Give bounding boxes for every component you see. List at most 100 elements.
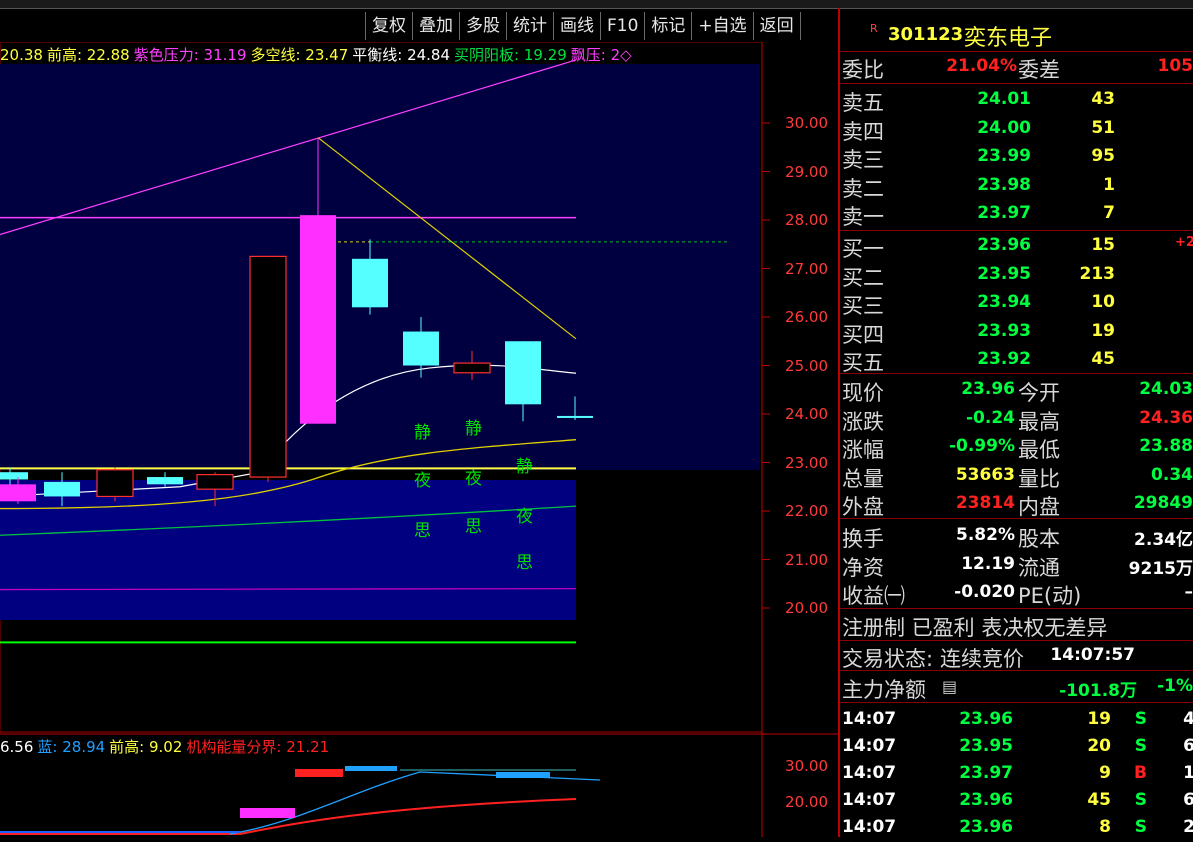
row-value: S <box>1135 736 1147 756</box>
sub-tick-label: 30.00 <box>766 757 828 775</box>
row-value: 9215万 <box>1129 554 1193 579</box>
row-value: 9 <box>1099 763 1111 783</box>
toolbar-button-3[interactable]: 统计 <box>506 12 553 40</box>
buy-level-1: 买一23.9615+2 <box>840 232 1193 260</box>
listing-info-row: 注册制 已盈利 表决权无差异 <box>840 611 1193 639</box>
row-label: 买四 <box>842 319 884 349</box>
row-value: 20 <box>1087 736 1111 756</box>
sub-tick-label: 20.00 <box>766 793 828 811</box>
signal-marker: 夜 <box>516 502 533 527</box>
toolbar-button-7[interactable]: +自选 <box>691 12 752 40</box>
row-label: 净资 <box>842 552 884 582</box>
buy-level-3: 买三23.9410 <box>840 289 1193 317</box>
toolbar-button-2[interactable]: 多股 <box>459 12 506 40</box>
kline-chart-area[interactable]: 30.0029.0028.0027.0026.0025.0024.0023.00… <box>0 42 838 837</box>
row-label: 买三 <box>842 290 884 320</box>
row-label: 注册制 已盈利 表决权无差异 <box>842 612 1107 642</box>
trade-status-row: 交易状态:连续竞价14:07:57 <box>840 642 1193 670</box>
row-label: 最低 <box>1018 434 1060 464</box>
row-label: 涨跌 <box>842 406 884 436</box>
row-value: 23.98 <box>977 175 1031 195</box>
stats-row-4: 外盘23814内盘29849 <box>840 490 1193 518</box>
row-value: 19 <box>1087 709 1111 729</box>
row-value: 24.01 <box>977 89 1031 109</box>
sell-level-2: 卖二23.981 <box>840 172 1193 200</box>
trade-status-value: 连续竞价 <box>940 643 1024 673</box>
candle-3[interactable] <box>97 467 133 501</box>
row-value: 5.82% <box>956 525 1015 545</box>
row-value: B <box>1134 763 1147 783</box>
stats2-row-0: 换手 5.82%股本 2.34亿 <box>840 522 1193 550</box>
signal-marker: 思 <box>516 548 533 573</box>
divider <box>840 83 1193 84</box>
row-value: 8 <box>1099 817 1111 837</box>
buy-level-2: 买二23.95213 <box>840 261 1193 289</box>
row-value: 23.92 <box>977 349 1031 369</box>
price-tick-label: 29.00 <box>766 163 828 181</box>
row-value: -101.8万 <box>1059 676 1137 701</box>
list-icon[interactable]: ▤ <box>942 677 957 696</box>
row-value: -1% <box>1157 676 1193 696</box>
stock-title: R 301123 奕东电子 <box>840 16 1193 50</box>
row-label: 主力净额 <box>842 674 926 704</box>
row-label: 换手 <box>842 523 884 553</box>
tick-trade-row: 14:0723.9619S4 <box>840 706 1193 734</box>
candle-6[interactable] <box>250 256 286 482</box>
price-tick-label: 27.00 <box>766 260 828 278</box>
signal-marker: 静 <box>465 414 482 439</box>
main-netflow-row: 主力净额 ▤ -101.8万 -1% <box>840 673 1193 701</box>
row-value: 0.34 <box>1151 465 1193 485</box>
sell-level-3: 卖三23.9995 <box>840 143 1193 171</box>
registration-badge: R <box>870 22 878 35</box>
row-value: 6 <box>1183 736 1193 756</box>
toolbar-button-6[interactable]: 标记 <box>644 12 691 40</box>
divider <box>840 51 1193 52</box>
toolbar-button-1[interactable]: 叠加 <box>412 12 459 40</box>
toolbar-button-4[interactable]: 画线 <box>553 12 600 40</box>
row-value: 6 <box>1183 790 1193 810</box>
price-tick-label: 30.00 <box>766 114 828 132</box>
row-value: S <box>1135 817 1147 837</box>
row-value: 45 <box>1091 349 1115 369</box>
sub-indicator-value-1: 蓝: 28.94 <box>37 738 105 756</box>
row-label: 收益㈠ <box>842 580 905 610</box>
sub-indicator-value-2: 前高: 9.02 <box>109 738 182 756</box>
row-label: 股本 <box>1018 523 1060 553</box>
row-value: 23.93 <box>977 321 1031 341</box>
stats2-row-2: 收益㈠-0.020PE(动)– <box>840 579 1193 607</box>
signal-marker: 思 <box>465 512 482 537</box>
row-value: -0.24 <box>966 408 1015 428</box>
toolbar-button-8[interactable]: 返回 <box>753 12 801 40</box>
row-value: 2.34亿 <box>1134 525 1193 550</box>
indicator-header: 20.38前高: 22.88紫色压力: 31.19多空线: 23.47平衡线: … <box>0 44 636 68</box>
sub-indicator-value-3: 机构能量分界: 21.21 <box>186 738 329 756</box>
row-value: 24.00 <box>977 118 1031 138</box>
row-value: 15 <box>1091 235 1115 255</box>
sub-indicator-header: 6.56蓝: 28.94前高: 9.02机构能量分界: 21.21 <box>0 736 333 758</box>
tick-trade-row: 14:0723.968S2 <box>840 814 1193 842</box>
toolbar-button-0[interactable]: 复权 <box>365 12 412 40</box>
row-value: 95 <box>1091 146 1115 166</box>
divider <box>840 373 1193 374</box>
row-value: 4 <box>1183 709 1193 729</box>
row-value: 51 <box>1091 118 1115 138</box>
stats-row-3: 总量53663量比0.34 <box>840 462 1193 490</box>
row-label: 外盘 <box>842 491 884 521</box>
row-label: 卖一 <box>842 201 884 231</box>
price-tick-label: 25.00 <box>766 357 828 375</box>
row-value: 7 <box>1103 203 1115 223</box>
row-label: 涨幅 <box>842 434 884 464</box>
price-tick-label: 24.00 <box>766 405 828 423</box>
row-label: 买二 <box>842 262 884 292</box>
divider <box>840 640 1193 641</box>
row-value: 23.94 <box>977 292 1031 312</box>
row-value: 29849 <box>1134 493 1193 513</box>
stats-row-1: 涨跌-0.24最高24.36 <box>840 405 1193 433</box>
row-value: -0.99% <box>949 436 1015 456</box>
row-label: 卖四 <box>842 116 884 146</box>
toolbar-button-5[interactable]: F10 <box>600 12 644 40</box>
signal-marker: 静 <box>414 418 431 443</box>
row-value: 1 <box>1183 763 1193 783</box>
divider <box>840 230 1193 231</box>
row-label: 流通 <box>1018 552 1060 582</box>
